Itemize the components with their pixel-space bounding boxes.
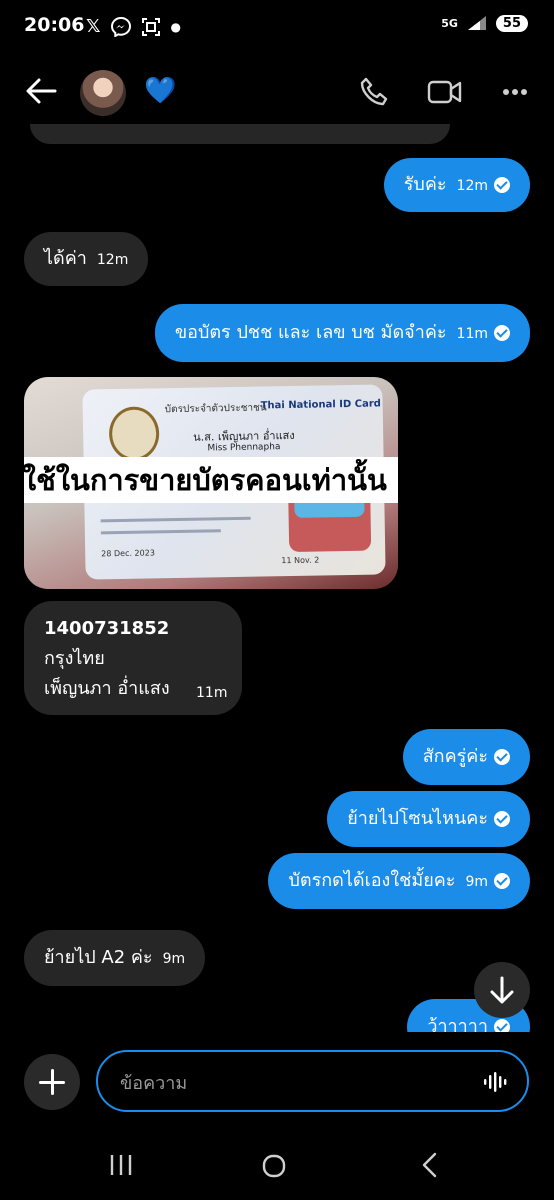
card-title-th: บัตรประจำตัวประชาชน <box>164 402 267 416</box>
message-text: รับค่ะ <box>403 174 447 195</box>
card-expiry-date: 11 Nov. 2 <box>281 555 320 566</box>
card-name-en: Miss Phennapha <box>207 442 281 454</box>
message-time: 11m <box>196 685 228 701</box>
message-time: 12m <box>456 178 488 194</box>
card-line <box>100 529 221 535</box>
status-right: 5G 55 <box>441 14 528 32</box>
message-list[interactable]: รับค่ะ 12m ได้ค่า 12m ขอบัตร ปชช และ เลข บ… <box>0 124 554 1032</box>
card-issue-date: 28 Dec. 2023 <box>101 548 155 559</box>
system-nav-bar <box>0 1134 554 1200</box>
status-bar: 20:06 𝕏 ● 5G 55 <box>0 0 554 54</box>
incoming-message[interactable]: ได้ค่า 12m <box>24 232 149 287</box>
watermark-text: ใช้ในการขายบัตรคอนเท่านั้น <box>24 457 398 503</box>
outgoing-message[interactable]: ย้ายไปโซนไหนคะ <box>327 791 530 848</box>
x-icon: 𝕏 <box>86 16 101 37</box>
composer <box>0 1050 554 1114</box>
message-time: 11m <box>456 326 488 342</box>
message-field[interactable] <box>96 1050 529 1112</box>
account-number: 1400731852 <box>44 618 170 639</box>
garuda-emblem-icon <box>108 406 160 462</box>
arrow-down-icon <box>490 976 514 1004</box>
add-attachment-button[interactable] <box>24 1054 80 1110</box>
message-text: ได้ค่า <box>44 248 87 269</box>
message-text: สักครู่ค่ะ <box>422 746 488 767</box>
chat-header: 💙 <box>0 62 554 120</box>
seen-check-icon <box>494 749 510 765</box>
bank-name: กรุงไทย <box>44 648 105 669</box>
outgoing-message[interactable]: บัตรกดได้เองใช่มั้ยคะ 9m <box>268 853 530 910</box>
account-holder-name: เพ็ญนภา อ่ำแสง <box>44 678 170 699</box>
status-time: 20:06 <box>24 14 85 36</box>
nav-back-icon[interactable] <box>420 1152 440 1178</box>
incoming-message[interactable]: ย้ายไป A2 ค่ะ 9m <box>24 930 206 987</box>
card-line <box>100 516 251 523</box>
messenger-icon <box>110 16 131 37</box>
seen-check-icon <box>494 1019 510 1032</box>
back-arrow-icon[interactable] <box>24 76 58 106</box>
message-input[interactable] <box>118 1068 462 1098</box>
blue-heart-icon: 💙 <box>144 76 177 106</box>
scroll-to-bottom-button[interactable] <box>474 962 530 1018</box>
battery-icon: 55 <box>495 14 528 32</box>
message-text: ขอบัตร ปชช และ เลข บช มัดจำค่ะ <box>174 322 447 343</box>
more-vertical-icon[interactable] <box>500 76 530 108</box>
message-text: บัตรกดได้เองใช่มั้ยคะ <box>288 870 456 891</box>
outgoing-message[interactable]: ขอบัตร ปชช และ เลข บช มัดจำค่ะ 11m <box>154 304 530 363</box>
previous-message-edge <box>30 124 450 144</box>
seen-check-icon <box>494 177 510 193</box>
message-time: 12m <box>96 252 129 268</box>
signal-type: 5G <box>441 16 458 30</box>
home-icon[interactable] <box>262 1154 286 1178</box>
phone-icon[interactable] <box>358 76 390 108</box>
voice-wave-icon[interactable] <box>483 1070 507 1094</box>
seen-check-icon <box>494 811 510 827</box>
status-icons: 𝕏 ● <box>86 16 181 37</box>
message-text: ย้ายไป A2 ค่ะ <box>44 947 153 968</box>
video-camera-icon[interactable] <box>427 78 463 106</box>
seen-check-icon <box>494 873 510 889</box>
message-text: ว้าาาาา <box>427 1016 488 1032</box>
recents-icon[interactable] <box>108 1154 134 1176</box>
message-time: 9m <box>162 951 186 967</box>
id-card-photo[interactable]: บัตรประจำตัวประชาชน Thai National ID Car… <box>24 377 398 589</box>
scan-icon <box>141 17 160 36</box>
outgoing-message[interactable]: รับค่ะ 12m <box>383 158 530 213</box>
dot-icon: ● <box>170 19 181 34</box>
avatar[interactable] <box>80 70 126 116</box>
message-time: 9m <box>465 874 488 890</box>
outgoing-message[interactable]: สักครู่ค่ะ <box>402 729 530 786</box>
incoming-message[interactable]: 1400731852 กรุงไทย เพ็ญนภา อ่ำแสง 11m <box>24 601 242 715</box>
message-text: ย้ายไปโซนไหนคะ <box>347 808 488 829</box>
card-title-en: Thai National ID Card <box>260 398 382 412</box>
seen-check-icon <box>494 325 510 341</box>
signal-icon <box>467 16 486 30</box>
